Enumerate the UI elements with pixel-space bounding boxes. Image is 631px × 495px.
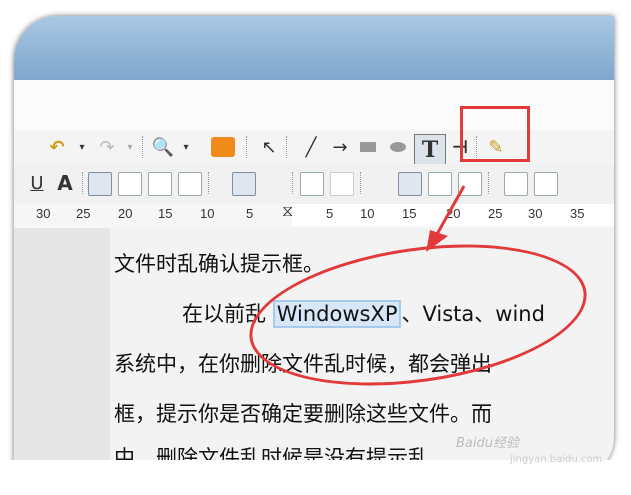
watermark-text: Baidu经验 — [456, 436, 519, 451]
annotation-arrow — [426, 185, 466, 252]
watermark-url: jingyan.baidu.com — [510, 454, 603, 465]
